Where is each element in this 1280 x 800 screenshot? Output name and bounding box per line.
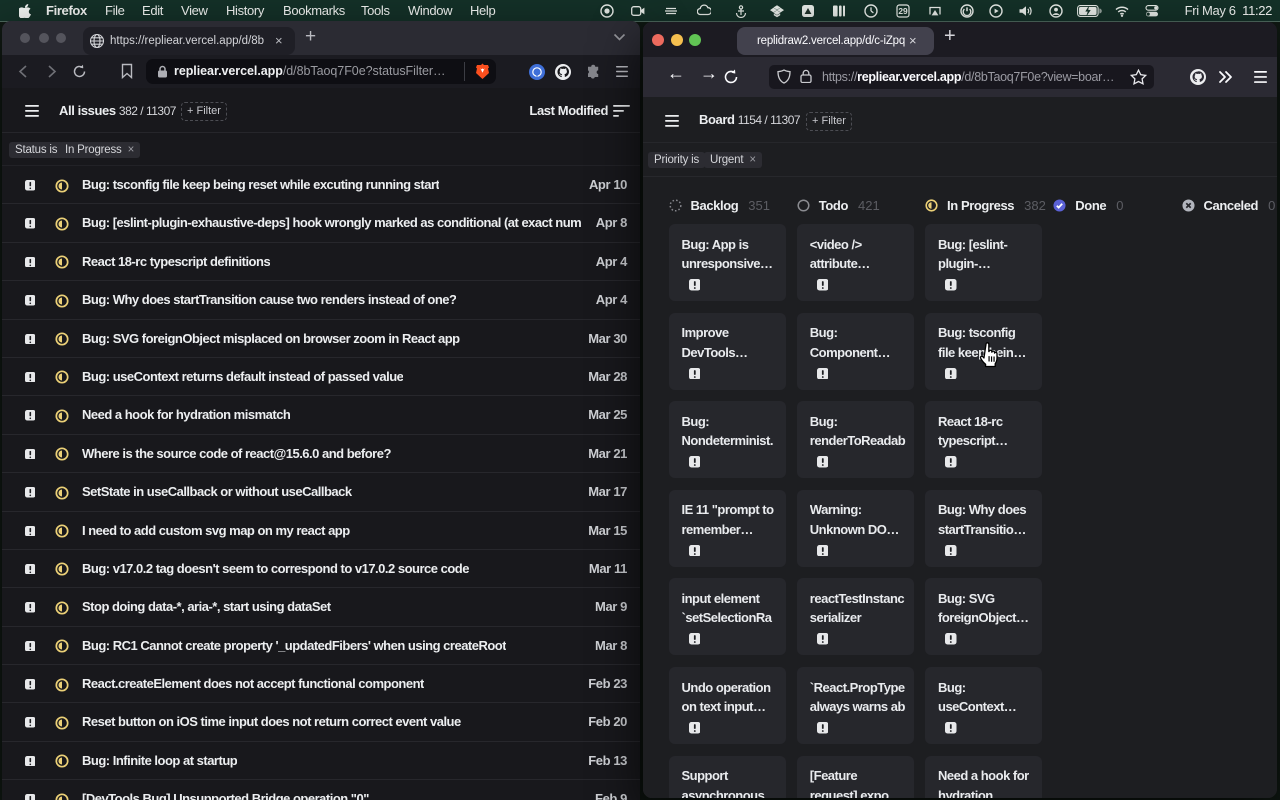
svg-text:29: 29: [898, 6, 908, 16]
